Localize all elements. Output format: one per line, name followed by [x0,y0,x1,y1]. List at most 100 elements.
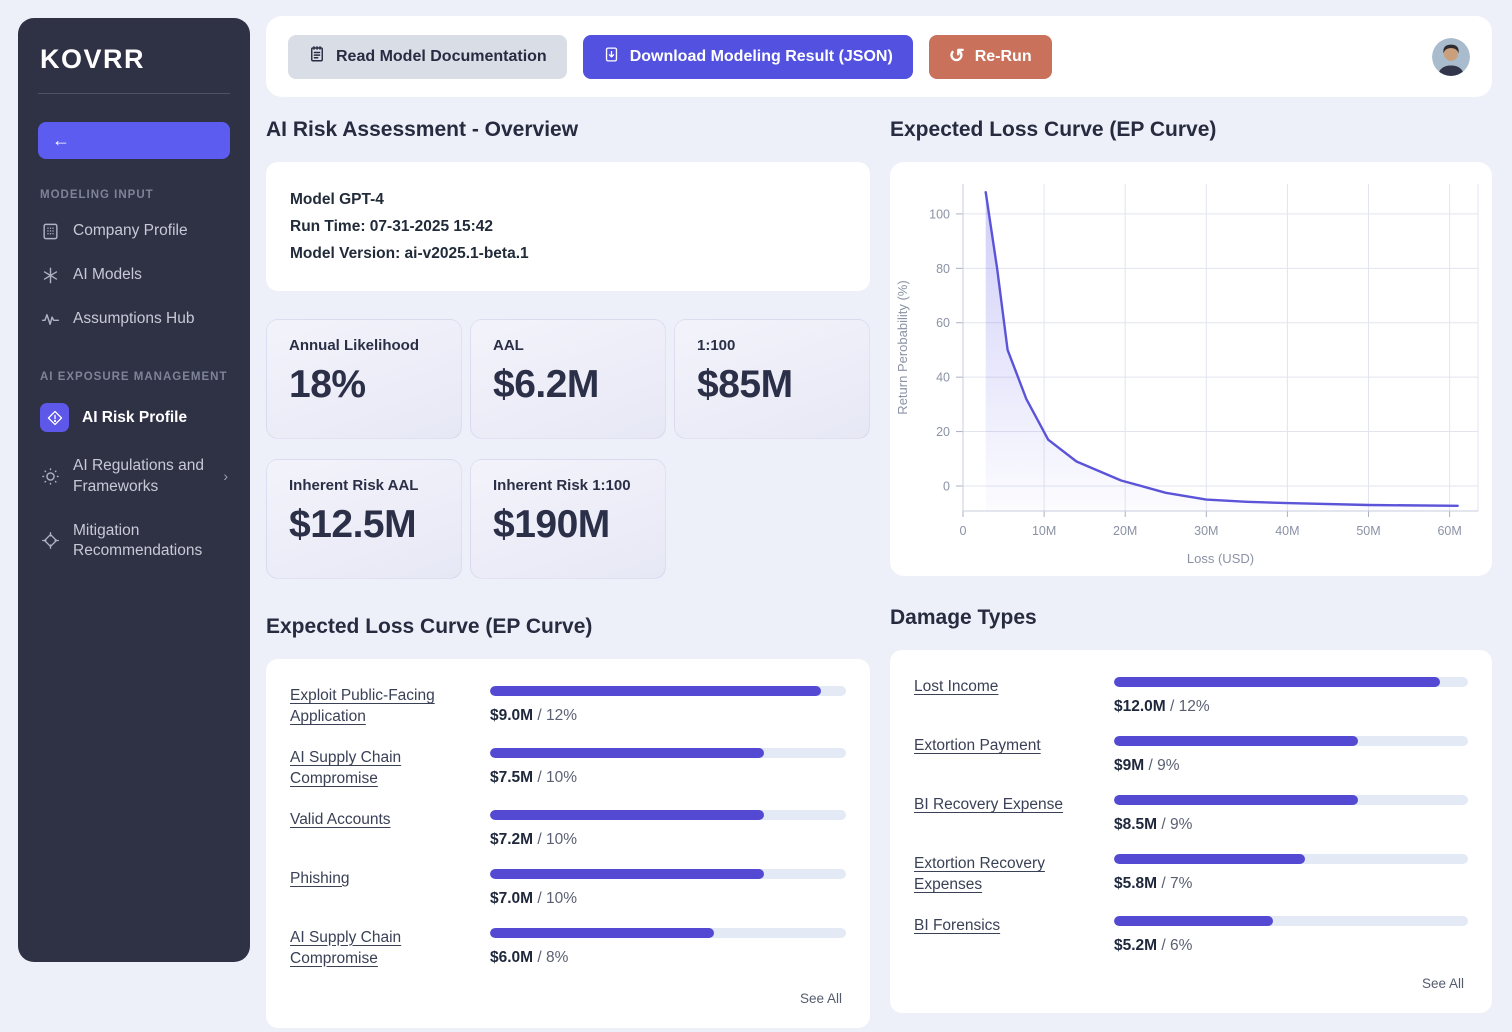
stat-card-inherent-risk-aal: Inherent Risk AAL $12.5M [266,459,462,579]
chevron-right-icon: › [223,467,228,485]
sidebar-item-label: AI Risk Profile [82,408,228,428]
progress-bar [1114,736,1468,746]
damage-item-link[interactable]: BI Recovery Expense [914,794,1092,834]
progress-bar [490,928,846,938]
sidebar-item-assumptions-hub[interactable]: Assumptions Hub [38,297,230,341]
waveform-icon [40,309,60,329]
svg-text:30M: 30M [1194,524,1218,538]
svg-text:20: 20 [936,425,950,439]
list-item: Valid Accounts $7.2M / 10% [290,809,846,849]
see-all-link[interactable]: See All [800,991,842,1006]
nav-section-modeling-input: MODELING INPUT [40,189,228,201]
stat-card-aal: AAL $6.2M [470,319,666,439]
list-item: Phishing $7.0M / 10% [290,868,846,908]
crosshair-icon [40,531,60,551]
user-avatar[interactable] [1432,38,1470,76]
damage-types-card: Lost Income $12.0M / 12% Extortion Payme… [890,650,1492,1013]
sidebar-item-label: Assumptions Hub [73,309,228,329]
damage-item-link[interactable]: Extortion Payment [914,735,1092,775]
damage-types-title: Damage Types [890,606,1492,630]
progress-bar-fill [1114,854,1305,864]
list-item: Lost Income $12.0M / 12% [914,676,1468,716]
stats-grid: Annual Likelihood 18% AAL $6.2M 1:100 $8… [266,319,870,579]
list-item: BI Forensics $5.2M / 6% [914,915,1468,955]
read-model-documentation-button[interactable]: Read Model Documentation [288,35,567,79]
progress-bar [490,748,846,758]
ep-curve-chart: 020406080100010M20M30M40M50M60MReturn Pe… [890,162,1492,576]
progress-bar-fill [1114,736,1358,746]
ep-curve-title: Expected Loss Curve (EP Curve) [890,118,1492,142]
progress-bar-fill [490,928,714,938]
sidebar-item-ai-risk-profile[interactable]: AI Risk Profile [38,391,230,444]
svg-text:50M: 50M [1356,524,1380,538]
sidebar-item-mitigation-recommendations[interactable]: Mitigation Recommendations [38,509,230,573]
svg-text:40: 40 [936,371,950,385]
download-result-button[interactable]: Download Modeling Result (JSON) [583,35,913,79]
stat-label: AAL [493,337,643,354]
progress-bar-fill [490,686,821,696]
top-toolbar: Read Model Documentation Download Modeli… [266,16,1492,97]
progress-bar [490,810,846,820]
svg-text:Return Perobability (%): Return Perobability (%) [895,280,910,414]
damage-item-link[interactable]: Extortion Recovery Expenses [914,853,1092,896]
svg-text:0: 0 [960,524,967,538]
list-item: BI Recovery Expense $8.5M / 9% [914,794,1468,834]
item-value: $5.2M / 6% [1114,937,1468,955]
item-value: $9M / 9% [1114,757,1468,775]
svg-text:100: 100 [929,207,950,221]
stat-label: Inherent Risk AAL [289,477,439,494]
stat-card-inherent-risk-1-100: Inherent Risk 1:100 $190M [470,459,666,579]
see-all-row: See All [290,989,846,1018]
ep-item-link[interactable]: Phishing [290,868,468,908]
item-value: $7.5M / 10% [490,769,846,787]
kovrr-logo: KOVRR [40,44,230,75]
list-item: AI Supply Chain Compromise $7.5M / 10% [290,747,846,790]
stat-value: $6.2M [493,363,643,407]
svg-text:60: 60 [936,316,950,330]
item-value: $8.5M / 9% [1114,816,1468,834]
back-arrow-icon: ← [52,130,70,151]
svg-text:0: 0 [943,479,950,493]
back-button[interactable]: ← [38,122,230,159]
sidebar-item-ai-regulations[interactable]: AI Regulations and Frameworks › [38,444,230,508]
progress-bar [490,869,846,879]
ep-item-link[interactable]: Valid Accounts [290,809,468,849]
building-icon [40,221,60,241]
progress-bar-fill [490,869,764,879]
list-item: Extortion Recovery Expenses $5.8M / 7% [914,853,1468,896]
sidebar-item-label: Company Profile [73,221,228,241]
clipboard-icon [308,45,326,68]
item-value: $7.2M / 10% [490,831,846,849]
stat-card-annual-likelihood: Annual Likelihood 18% [266,319,462,439]
ep-item-link[interactable]: Exploit Public-Facing Application [290,685,468,728]
item-value: $9.0M / 12% [490,707,846,725]
sidebar-item-company-profile[interactable]: Company Profile [38,209,230,253]
ep-item-link[interactable]: AI Supply Chain Compromise [290,927,468,970]
stat-value: $190M [493,503,643,547]
progress-bar [1114,854,1468,864]
stat-label: Annual Likelihood [289,337,439,354]
svg-text:Loss (USD): Loss (USD) [1187,551,1254,566]
item-value: $12.0M / 12% [1114,698,1468,716]
progress-bar-fill [490,748,764,758]
spark-icon [40,265,60,285]
nav-section-ai-exposure: AI EXPOSURE MANAGEMENT [40,371,228,383]
svg-text:40M: 40M [1275,524,1299,538]
damage-item-link[interactable]: BI Forensics [914,915,1092,955]
svg-text:80: 80 [936,262,950,276]
list-item: AI Supply Chain Compromise $6.0M / 8% [290,927,846,970]
item-value: $6.0M / 8% [490,949,846,967]
progress-bar [1114,916,1468,926]
list-item: Extortion Payment $9M / 9% [914,735,1468,775]
sidebar-item-ai-models[interactable]: AI Models [38,253,230,297]
see-all-link[interactable]: See All [1422,976,1464,991]
download-file-icon [603,46,620,68]
stat-card-1-100: 1:100 $85M [674,319,870,439]
re-run-button[interactable]: ↺ Re-Run [929,35,1052,79]
damage-item-link[interactable]: Lost Income [914,676,1092,716]
svg-text:20M: 20M [1113,524,1137,538]
ep-item-link[interactable]: AI Supply Chain Compromise [290,747,468,790]
model-info-card: Model GPT-4 Run Time: 07-31-2025 15:42 M… [266,162,870,291]
svg-text:10M: 10M [1032,524,1056,538]
ep-curve-svg: 020406080100010M20M30M40M50M60MReturn Pe… [890,162,1492,576]
